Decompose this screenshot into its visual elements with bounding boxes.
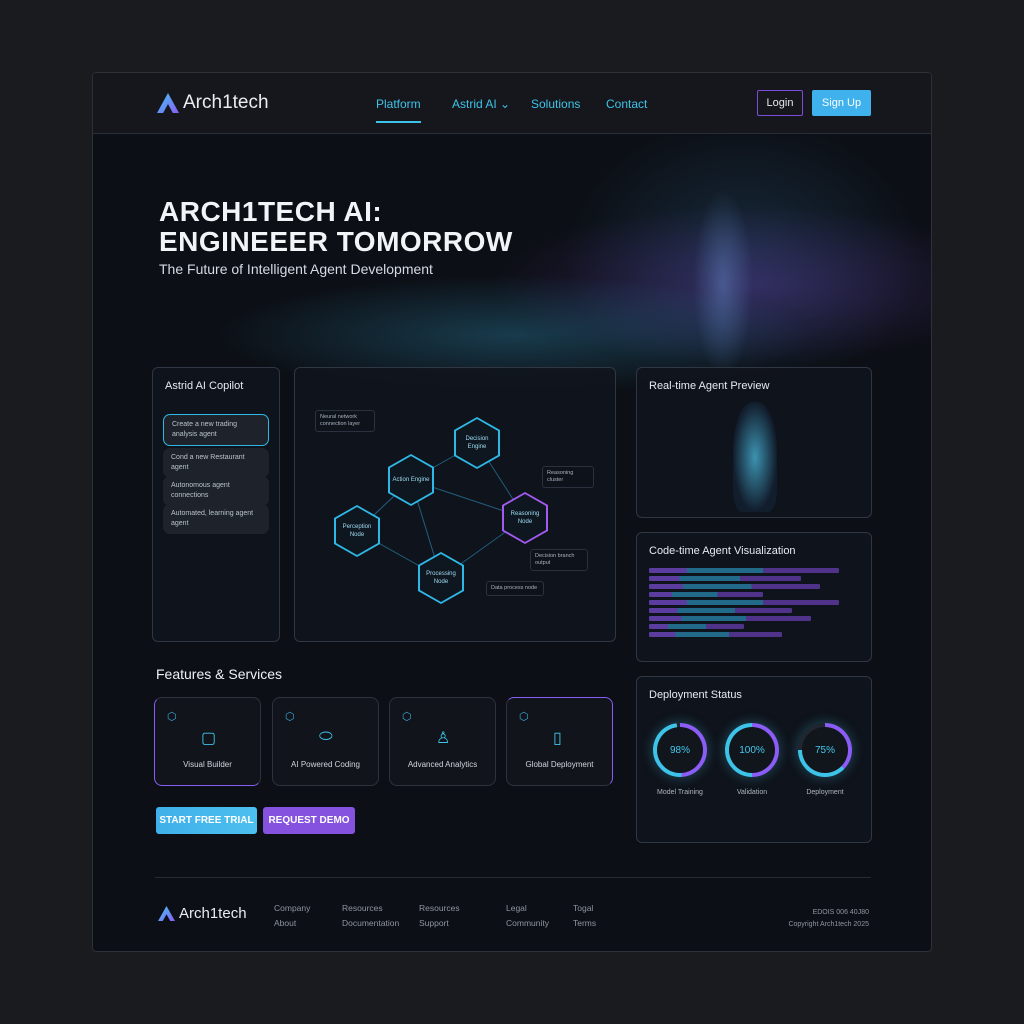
nav-solutions[interactable]: Solutions — [531, 97, 580, 111]
chat-suggestion[interactable]: Create a new trading analysis agent — [163, 414, 269, 446]
start-free-trial-button[interactable]: START FREE TRIAL — [156, 807, 257, 834]
code-lines — [649, 565, 839, 640]
logo-icon — [158, 906, 175, 921]
footer-contact: EDOIS 006 40J80 — [812, 909, 869, 916]
node-label: Action Engine — [390, 456, 432, 504]
agent-preview-panel: Real-time Agent Preview — [636, 367, 872, 518]
header: Arch1tech Platform Astrid AI ⌄ Solutions… — [93, 73, 931, 134]
ring-label: Validation — [736, 789, 768, 796]
graph-annotation: Decision branch output — [530, 549, 588, 571]
preview-title: Real-time Agent Preview — [649, 380, 770, 392]
footer-logo[interactable]: Arch1tech — [158, 905, 247, 922]
analytics-icon: ♙ — [436, 730, 451, 747]
code-visualization-panel: Code-time Agent Visualization — [636, 532, 872, 662]
footer-copyright: Copyright Arch1tech 2025 — [788, 921, 869, 928]
feature-label: AI Powered Coding — [291, 760, 360, 769]
node-label: Perception Node — [336, 507, 378, 555]
feature-card-visual-builder[interactable]: ⬡ ▢ Visual Builder — [154, 697, 261, 786]
hero-title: ARCH1TECH AI: ENGINEEER TOMORROW — [159, 197, 513, 257]
copilot-title: Astrid AI Copilot — [165, 380, 244, 392]
footer-link[interactable]: Support — [419, 918, 449, 928]
brand-name: Arch1tech — [179, 905, 247, 922]
hero-title-line1: ARCH1TECH AI: — [159, 196, 383, 227]
footer-link[interactable]: About — [274, 918, 296, 928]
feature-label: Advanced Analytics — [407, 760, 478, 769]
chevron-down-icon: ⌄ — [500, 97, 511, 111]
hexagon-icon: ⬡ — [167, 711, 177, 723]
ring-label: Model Training — [657, 789, 703, 796]
hexagon-icon: ⬡ — [519, 711, 529, 723]
nav-contact[interactable]: Contact — [606, 97, 647, 111]
footer-link[interactable]: Togal — [573, 903, 593, 913]
footer-link[interactable]: Legal — [506, 903, 527, 913]
node-label: Reasoning Node — [504, 494, 546, 542]
features-heading: Features & Services — [156, 666, 283, 682]
chat-suggestion[interactable]: Cond a new Restaurant agent — [163, 448, 269, 478]
deployment-title: Deployment Status — [649, 689, 742, 701]
hexagon-icon: ⬡ — [402, 711, 412, 723]
progress-ring-model-training: 98% — [653, 723, 707, 777]
ring-label: Deployment — [806, 789, 844, 796]
hologram-figure — [693, 188, 753, 378]
progress-ring-deployment: 75% — [798, 723, 852, 777]
progress-ring-validation: 100% — [725, 723, 779, 777]
feature-label: Visual Builder — [183, 760, 232, 769]
hero-title-line2: ENGINEEER TOMORROW — [159, 226, 513, 257]
brand-logo[interactable]: Arch1tech — [157, 92, 269, 114]
footer-link[interactable]: Resources — [342, 903, 383, 913]
feature-card-analytics[interactable]: ⬡ ♙ Advanced Analytics — [389, 697, 496, 786]
logo-icon — [157, 93, 179, 113]
node-label: Decision Engine — [456, 419, 498, 467]
ring-value: 75% — [802, 727, 848, 773]
ring-value: 98% — [657, 727, 703, 773]
chat-suggestion[interactable]: Automated, learning agent agent — [163, 504, 269, 534]
footer-link[interactable]: Company — [274, 903, 310, 913]
footer-link[interactable]: Documentation — [342, 918, 399, 928]
footer-link[interactable]: Terms — [573, 918, 596, 928]
brain-icon: ⬭ — [319, 728, 333, 745]
signup-button[interactable]: Sign Up — [812, 90, 871, 116]
agent-graph-panel: Decision Engine Action Engine Perception… — [294, 367, 616, 642]
app-window: Arch1tech Platform Astrid AI ⌄ Solutions… — [92, 72, 932, 952]
rocket-icon: ▯ — [553, 730, 562, 747]
footer-link[interactable]: Community — [506, 918, 549, 928]
graph-annotation: Reasoning cluster — [542, 466, 594, 488]
builder-icon: ▢ — [201, 730, 217, 747]
nav-label: Astrid AI — [452, 97, 497, 111]
graph-annotation: Neural network connection layer — [315, 410, 375, 432]
node-label: Processing Node — [420, 554, 462, 602]
login-button[interactable]: Login — [757, 90, 803, 116]
chat-suggestion[interactable]: Autonomous agent connections — [163, 476, 269, 506]
nav-platform[interactable]: Platform — [376, 97, 421, 123]
graph-annotation: Data process node — [486, 581, 544, 596]
hexagon-icon: ⬡ — [285, 711, 295, 723]
ring-value: 100% — [729, 727, 775, 773]
brand-name: Arch1tech — [183, 92, 269, 113]
footer-divider — [155, 877, 871, 878]
copilot-panel: Astrid AI Copilot Create a new trading a… — [152, 367, 280, 642]
request-demo-button[interactable]: REQUEST DEMO — [263, 807, 355, 834]
agent-hologram — [733, 402, 777, 512]
nav-astrid-ai[interactable]: Astrid AI ⌄ — [452, 97, 510, 111]
feature-label: Global Deployment — [525, 760, 594, 769]
hero-subtitle: The Future of Intelligent Agent Developm… — [159, 261, 433, 277]
feature-card-deployment[interactable]: ⬡ ▯ Global Deployment — [506, 697, 613, 786]
feature-card-ai-coding[interactable]: ⬡ ⬭ AI Powered Coding — [272, 697, 379, 786]
code-title: Code-time Agent Visualization — [649, 545, 796, 557]
footer-link[interactable]: Resources — [419, 903, 460, 913]
